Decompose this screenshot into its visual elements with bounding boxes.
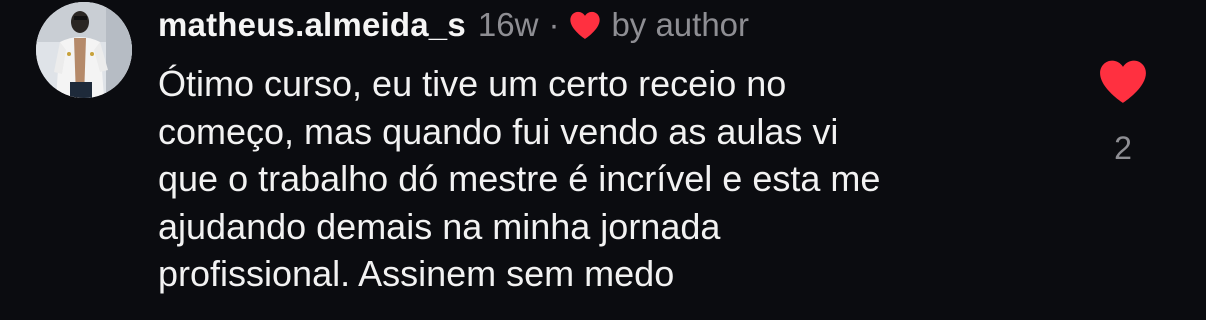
avatar[interactable] bbox=[36, 2, 132, 98]
like-button[interactable] bbox=[1098, 58, 1148, 104]
heart-icon bbox=[569, 10, 601, 40]
heart-filled-icon bbox=[1100, 60, 1146, 103]
comment-timestamp[interactable]: 16w bbox=[478, 6, 539, 44]
meta-separator: · bbox=[548, 6, 560, 43]
comment-item: matheus.almeida_s 16w · by author Ótimo … bbox=[0, 0, 1206, 320]
comment-text: Ótimo curso, eu tive um certo receio no … bbox=[158, 63, 881, 294]
comment-meta: matheus.almeida_s 16w · by author bbox=[158, 3, 749, 47]
liked-by-author-label: by author bbox=[611, 6, 750, 43]
like-count[interactable]: 2 bbox=[1100, 130, 1146, 167]
profile-photo-icon bbox=[36, 2, 132, 98]
username-link[interactable]: matheus.almeida_s bbox=[158, 6, 466, 44]
